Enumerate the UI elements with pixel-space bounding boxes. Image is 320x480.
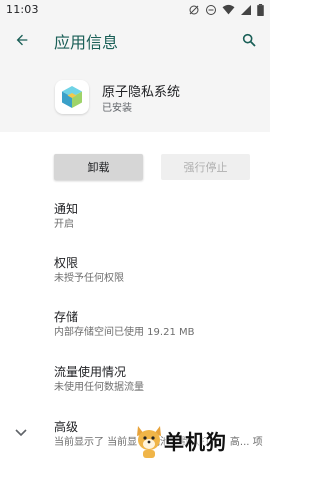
settings-item-subtitle: 未使用任何数据流量 <box>54 382 144 393</box>
page-title: 应用信息 <box>54 33 119 52</box>
settings-item-subtitle: 开启 <box>54 219 74 230</box>
wifi-icon <box>222 1 235 20</box>
settings-item-title: 通知 <box>54 202 79 216</box>
settings-item-notifications[interactable]: 通知 开启 <box>54 201 264 232</box>
minus-circle-icon <box>205 1 217 20</box>
app-bar: 应用信息 <box>0 20 270 60</box>
status-time: 11:03 <box>6 3 39 16</box>
app-install-status: 已安装 <box>102 103 132 114</box>
settings-item-title: 存储 <box>54 310 79 324</box>
settings-item-subtitle: 内部存储空间已使用 19.21 MB <box>54 327 195 338</box>
battery-icon <box>257 1 264 20</box>
cellular-icon <box>240 1 252 20</box>
chevron-down-icon <box>15 429 27 437</box>
action-buttons: 卸载 强行停止 <box>0 132 270 188</box>
settings-item-permissions[interactable]: 权限 未授予任何权限 <box>54 255 264 286</box>
settings-item-title: 流量使用情况 <box>54 365 127 379</box>
back-button[interactable] <box>10 28 34 52</box>
watermark: 单机狗 <box>134 418 238 464</box>
search-button[interactable] <box>237 28 261 52</box>
expand-advanced-button[interactable] <box>12 426 30 440</box>
status-bar: 11:03 <box>0 0 270 20</box>
dog-mascot-icon <box>137 426 161 458</box>
watermark-text: 单机狗 <box>164 430 227 454</box>
force-stop-button[interactable]: 强行停止 <box>161 154 250 180</box>
app-header: 原子隐私系统 已安装 <box>0 60 270 132</box>
status-icons <box>188 3 264 17</box>
search-icon <box>242 33 256 47</box>
settings-item-subtitle: 未授予任何权限 <box>54 273 124 284</box>
dnd-off-icon <box>188 1 200 20</box>
app-logo-icon <box>55 80 89 114</box>
arrow-back-icon <box>16 34 28 46</box>
app-name: 原子隐私系统 <box>102 85 181 100</box>
settings-item-data-usage[interactable]: 流量使用情况 未使用任何数据流量 <box>54 364 264 395</box>
settings-item-title: 权限 <box>54 256 79 270</box>
uninstall-button[interactable]: 卸载 <box>54 154 143 180</box>
settings-item-storage[interactable]: 存储 内部存储空间已使用 19.21 MB <box>54 309 264 340</box>
